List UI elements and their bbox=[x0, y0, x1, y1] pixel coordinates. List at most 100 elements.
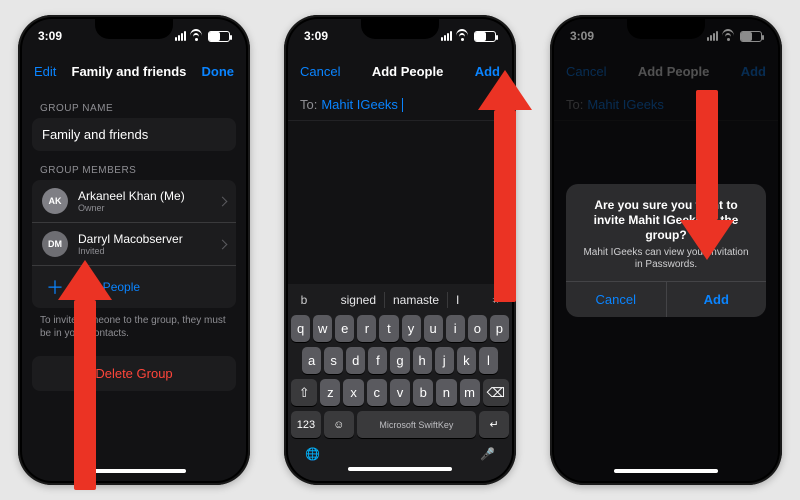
cancel-button[interactable]: Cancel bbox=[300, 64, 340, 79]
key-m[interactable]: m bbox=[460, 379, 480, 406]
chevron-right-icon bbox=[218, 239, 228, 249]
globe-icon[interactable]: 🌐 bbox=[305, 447, 320, 461]
navbar: Edit Family and friends Done bbox=[22, 53, 246, 89]
software-keyboard[interactable]: b signed namaste I ⌗ q w e r t bbox=[288, 284, 512, 481]
member-row[interactable]: AK Arkaneel Khan (Me) Owner bbox=[32, 180, 236, 222]
key-w[interactable]: w bbox=[313, 315, 332, 342]
mic-icon[interactable]: 🎤 bbox=[480, 447, 495, 461]
avatar: AK bbox=[42, 188, 68, 214]
battery-icon bbox=[208, 31, 230, 42]
member-role: Invited bbox=[78, 246, 209, 257]
alert-message: Mahit IGeeks can view your invitation in… bbox=[580, 247, 752, 271]
alert-title: Are you sure you want to invite Mahit IG… bbox=[580, 198, 752, 243]
battery-icon bbox=[474, 31, 496, 42]
plus-icon: ＋ bbox=[42, 274, 68, 300]
key-d[interactable]: d bbox=[346, 347, 365, 374]
backspace-key[interactable]: ⌫ bbox=[483, 379, 509, 406]
member-name: Darryl Macobserver bbox=[78, 232, 209, 246]
group-name-label: GROUP NAME bbox=[22, 89, 246, 118]
key-k[interactable]: k bbox=[457, 347, 476, 374]
keyboard-row-3: ⇧ z x c v b n m ⌫ bbox=[291, 379, 509, 406]
key-t[interactable]: t bbox=[379, 315, 398, 342]
emoji-key[interactable]: ☺ bbox=[324, 411, 354, 438]
edit-button[interactable]: Edit bbox=[34, 64, 56, 79]
alert-cancel-button[interactable]: Cancel bbox=[566, 282, 666, 317]
key-f[interactable]: f bbox=[368, 347, 387, 374]
member-row[interactable]: DM Darryl Macobserver Invited bbox=[32, 222, 236, 265]
status-bar: 3:09 bbox=[288, 19, 512, 53]
status-time: 3:09 bbox=[304, 29, 328, 43]
key-x[interactable]: x bbox=[343, 379, 363, 406]
member-name: Arkaneel Khan (Me) bbox=[78, 189, 209, 203]
status-bar: 3:09 bbox=[22, 19, 246, 53]
keyboard-menu-icon[interactable]: ⌗ bbox=[485, 293, 507, 308]
group-members-label: GROUP MEMBERS bbox=[22, 151, 246, 180]
return-key[interactable]: ↵ bbox=[479, 411, 509, 438]
numbers-key[interactable]: 123 bbox=[291, 411, 321, 438]
navbar: Cancel Add People Add bbox=[288, 53, 512, 89]
text-caret bbox=[402, 98, 403, 112]
key-e[interactable]: e bbox=[335, 315, 354, 342]
alert-add-button[interactable]: Add bbox=[666, 282, 767, 317]
key-j[interactable]: j bbox=[435, 347, 454, 374]
key-n[interactable]: n bbox=[436, 379, 456, 406]
group-name-input[interactable]: Family and friends bbox=[32, 118, 236, 151]
chevron-right-icon bbox=[218, 196, 228, 206]
key-g[interactable]: g bbox=[390, 347, 409, 374]
group-members-card: AK Arkaneel Khan (Me) Owner DM Darryl Ma… bbox=[32, 180, 236, 308]
space-key[interactable]: Microsoft SwiftKey bbox=[357, 411, 476, 438]
home-indicator[interactable] bbox=[82, 469, 186, 473]
phone-screenshot-1: 3:09 Edit Family and friends Done GROUP … bbox=[18, 15, 250, 485]
to-label: To: bbox=[300, 97, 317, 112]
recipient-token[interactable]: Mahit IGeeks bbox=[321, 97, 398, 112]
add-people-hint: To invite someone to the group, they mus… bbox=[22, 308, 246, 340]
key-o[interactable]: o bbox=[468, 315, 487, 342]
wifi-icon bbox=[456, 31, 470, 41]
shift-key[interactable]: ⇧ bbox=[291, 379, 317, 406]
key-h[interactable]: h bbox=[413, 347, 432, 374]
key-v[interactable]: v bbox=[390, 379, 410, 406]
key-c[interactable]: c bbox=[367, 379, 387, 406]
add-button[interactable]: Add bbox=[475, 64, 500, 79]
key-b[interactable]: b bbox=[413, 379, 433, 406]
member-role: Owner bbox=[78, 203, 209, 214]
cellular-icon bbox=[175, 31, 186, 41]
delete-group-button[interactable]: Delete Group bbox=[32, 356, 236, 391]
key-y[interactable]: y bbox=[402, 315, 421, 342]
phone-screenshot-2: 3:09 Cancel Add People Add To: Mahit IGe… bbox=[284, 15, 516, 485]
home-indicator[interactable] bbox=[614, 469, 718, 473]
suggestion[interactable]: I bbox=[448, 291, 467, 309]
key-u[interactable]: u bbox=[424, 315, 443, 342]
key-i[interactable]: i bbox=[446, 315, 465, 342]
phone-screenshot-3: 3:09 Cancel Add People Add To: Mahit IGe… bbox=[550, 15, 782, 485]
add-people-button[interactable]: ＋ Add People bbox=[32, 265, 236, 308]
notch bbox=[361, 19, 439, 39]
keyboard-row-4: 123 ☺ Microsoft SwiftKey ↵ bbox=[291, 411, 509, 438]
to-field[interactable]: To: Mahit IGeeks bbox=[288, 89, 512, 121]
key-p[interactable]: p bbox=[490, 315, 509, 342]
key-s[interactable]: s bbox=[324, 347, 343, 374]
keyboard-system-row: 🌐 🎤 bbox=[291, 443, 509, 463]
add-people-label: Add People bbox=[78, 280, 140, 294]
page-title: Add People bbox=[372, 64, 444, 79]
suggestion[interactable]: signed bbox=[333, 291, 384, 309]
home-indicator[interactable] bbox=[348, 467, 452, 471]
bing-icon[interactable]: b bbox=[293, 293, 315, 307]
avatar: DM bbox=[42, 231, 68, 257]
keyboard-row-1: q w e r t y u i o p bbox=[291, 315, 509, 342]
notch bbox=[95, 19, 173, 39]
done-button[interactable]: Done bbox=[202, 64, 235, 79]
key-q[interactable]: q bbox=[291, 315, 310, 342]
page-title: Family and friends bbox=[72, 64, 187, 79]
suggestion-bar: b signed namaste I ⌗ bbox=[291, 288, 509, 315]
wifi-icon bbox=[190, 31, 204, 41]
key-a[interactable]: a bbox=[302, 347, 321, 374]
key-l[interactable]: l bbox=[479, 347, 498, 374]
key-z[interactable]: z bbox=[320, 379, 340, 406]
status-time: 3:09 bbox=[38, 29, 62, 43]
group-name-card: Family and friends bbox=[32, 118, 236, 151]
modal-backdrop: Are you sure you want to invite Mahit IG… bbox=[554, 19, 778, 481]
confirm-invite-alert: Are you sure you want to invite Mahit IG… bbox=[566, 184, 766, 317]
suggestion[interactable]: namaste bbox=[385, 291, 447, 309]
key-r[interactable]: r bbox=[357, 315, 376, 342]
